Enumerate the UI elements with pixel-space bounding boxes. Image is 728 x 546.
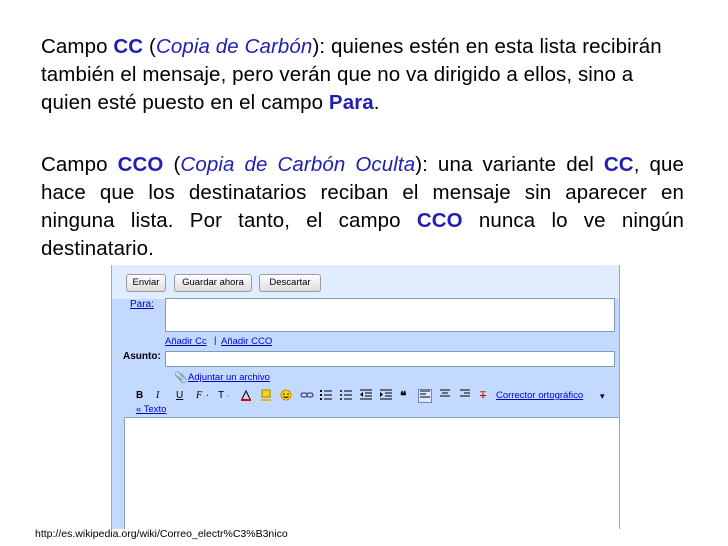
- link-icon[interactable]: [300, 389, 314, 403]
- align-right-icon[interactable]: [460, 389, 470, 403]
- cc-keyword-2: CC: [603, 153, 634, 176]
- cc-keyword: CC: [113, 35, 144, 58]
- discard-button[interactable]: Descartar: [259, 274, 321, 292]
- chevron-down-icon[interactable]: ▾: [600, 389, 605, 403]
- to-field[interactable]: [165, 298, 615, 332]
- cc-links: Añadir Cc | Añadir CCO: [165, 335, 365, 348]
- compose-screenshot: Enviar Guardar ahora Descartar Para: Aña…: [111, 265, 620, 529]
- size-dropdown-icon: ∙: [227, 391, 230, 400]
- source-url[interactable]: http://es.wikipedia.org/wiki/Correo_elec…: [35, 528, 288, 540]
- cco-italic-term: Copia de Carbón Oculta: [180, 153, 416, 176]
- smiley-icon[interactable]: [280, 389, 292, 403]
- add-bcc-link[interactable]: Añadir CCO: [221, 336, 272, 347]
- cc-italic-term: Copia de Carbón: [155, 35, 313, 58]
- font-dropdown-icon: ∙: [206, 390, 209, 401]
- size-button[interactable]: T: [218, 389, 224, 403]
- format-toolbar: B I U F ∙ T ∙ ❝ T Corrector ortográfico …: [128, 389, 618, 405]
- attach-file-link[interactable]: Adjuntar un archivo: [188, 372, 270, 383]
- plain-text-link[interactable]: « Texto: [136, 404, 166, 415]
- italic-button[interactable]: I: [156, 389, 159, 403]
- align-left-icon[interactable]: [418, 389, 432, 403]
- cco-keyword-2: CCO: [416, 209, 463, 232]
- compose-toolbar: Enviar Guardar ahora Descartar: [112, 265, 619, 299]
- remove-formatting-icon[interactable]: T: [480, 389, 486, 403]
- spellcheck-link[interactable]: Corrector ortográfico: [496, 390, 583, 401]
- link-separator: |: [214, 335, 217, 346]
- add-cc-link[interactable]: Añadir Cc: [165, 336, 207, 347]
- align-center-icon[interactable]: [440, 389, 450, 403]
- save-now-button[interactable]: Guardar ahora: [174, 274, 252, 292]
- paperclip-icon: 📎: [174, 372, 188, 384]
- para-keyword: Para: [328, 91, 374, 114]
- text-color-icon[interactable]: [240, 389, 252, 403]
- to-label[interactable]: Para:: [130, 299, 154, 310]
- font-button[interactable]: F: [196, 389, 202, 403]
- subject-label: Asunto:: [123, 351, 161, 362]
- numbered-list-icon[interactable]: [320, 389, 332, 403]
- quote-icon[interactable]: ❝: [400, 389, 406, 403]
- message-body-editor[interactable]: [124, 417, 619, 529]
- subject-field[interactable]: [165, 351, 615, 367]
- cco-description: Campo CCO (Copia de Carbón Oculta): una …: [41, 153, 684, 260]
- indent-icon[interactable]: [380, 389, 392, 403]
- outdent-icon[interactable]: [360, 389, 372, 403]
- send-button[interactable]: Enviar: [126, 274, 166, 292]
- cco-keyword: CCO: [117, 153, 164, 176]
- bulleted-list-icon[interactable]: [340, 389, 352, 403]
- highlight-icon[interactable]: [260, 389, 272, 403]
- underline-button[interactable]: U: [176, 389, 183, 403]
- bold-button[interactable]: B: [136, 389, 143, 403]
- cc-description: Campo CC (Copia de Carbón): quienes esté…: [41, 35, 662, 114]
